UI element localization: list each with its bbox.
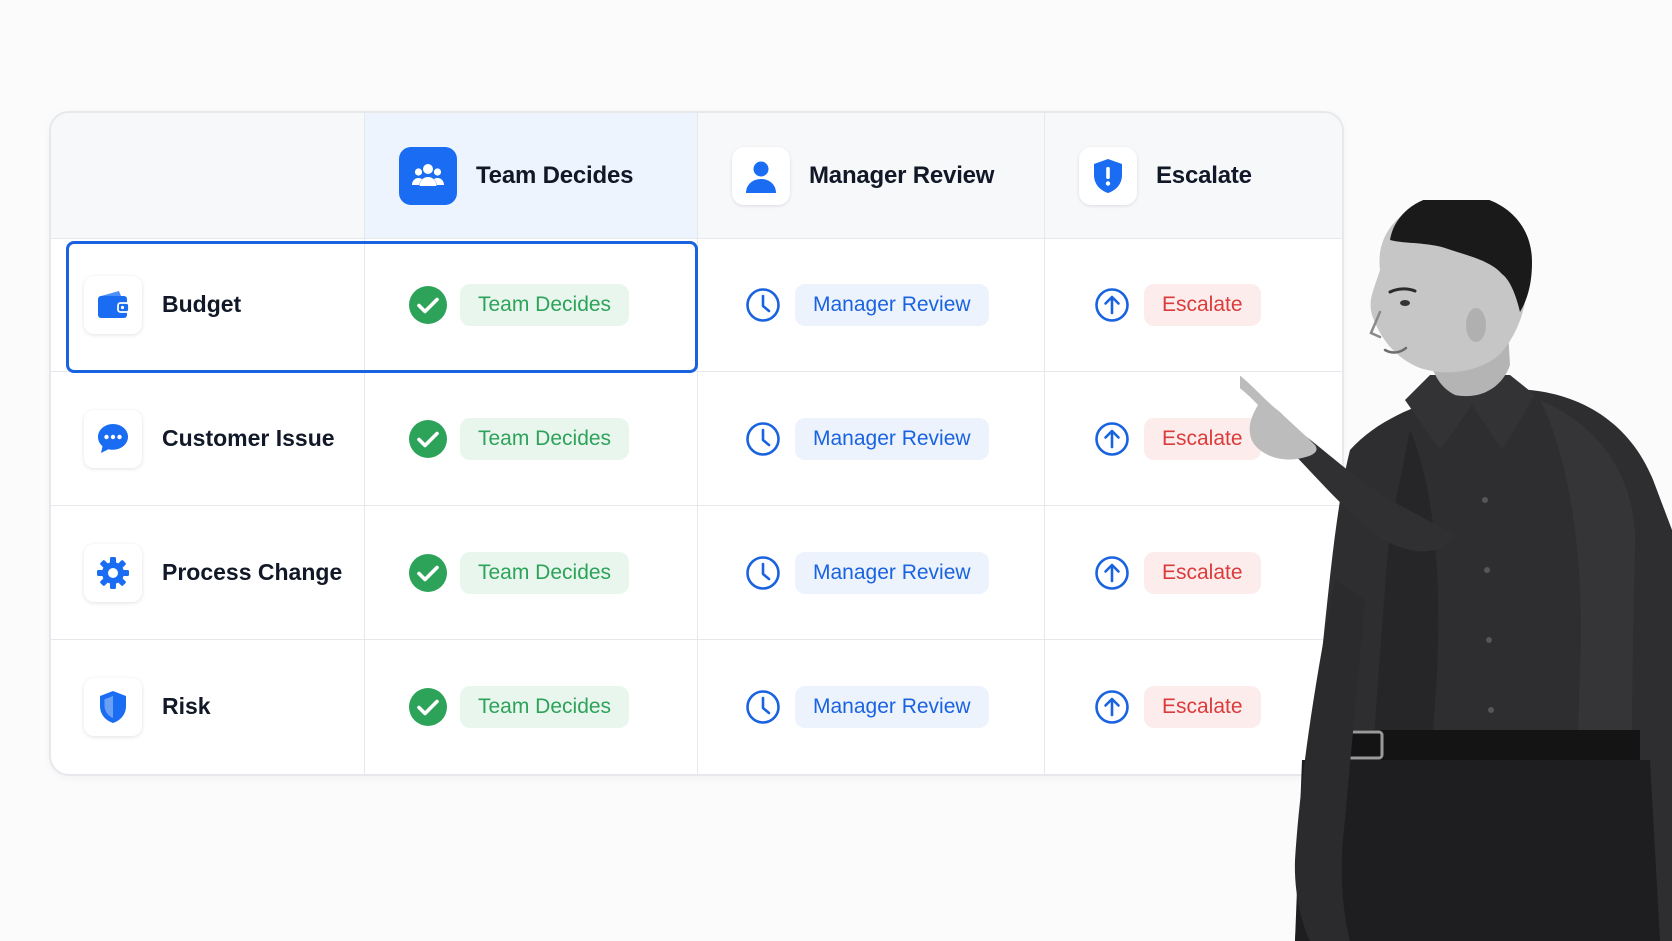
- presenter-photo: [1240, 200, 1672, 941]
- arrow-up-circle-icon: [1092, 553, 1132, 593]
- row-header: Budget: [51, 238, 364, 371]
- team-icon: [399, 146, 457, 205]
- clock-icon: [743, 285, 783, 325]
- header-team-decides[interactable]: Team Decides: [364, 113, 697, 238]
- header-label: Manager Review: [809, 161, 995, 189]
- table-row-customer-issue[interactable]: Customer Issue Team Decides Manager Revi…: [51, 372, 1342, 506]
- arrow-up-circle-icon: [1092, 419, 1132, 459]
- decision-matrix: Team Decides Manager Review Escalate Bud…: [49, 111, 1344, 776]
- row-header: Customer Issue: [51, 372, 364, 505]
- clock-icon: [743, 687, 783, 727]
- header-manager-review[interactable]: Manager Review: [697, 113, 1044, 238]
- table-row-budget[interactable]: Budget Team Decides Manager Review Escal…: [51, 238, 1342, 372]
- team-decides-badge: Team Decides: [460, 417, 630, 460]
- team-decides-badge: Team Decides: [460, 685, 630, 728]
- manager-review-badge: Manager Review: [795, 551, 989, 594]
- cell-team-decides[interactable]: Team Decides: [364, 506, 697, 639]
- manager-review-badge: Manager Review: [795, 417, 989, 460]
- gear-icon: [84, 543, 142, 602]
- manager-review-badge: Manager Review: [795, 283, 989, 326]
- check-circle-icon: [408, 687, 448, 727]
- shield-icon: [84, 677, 142, 736]
- clock-icon: [743, 553, 783, 593]
- table-row-process-change[interactable]: Process Change Team Decides Manager Revi…: [51, 506, 1342, 640]
- team-decides-badge: Team Decides: [460, 551, 630, 594]
- header-label: Team Decides: [476, 161, 634, 189]
- row-header: Risk: [51, 640, 364, 773]
- manager-review-badge: Manager Review: [795, 685, 989, 728]
- row-label: Risk: [162, 693, 211, 719]
- cell-manager-review[interactable]: Manager Review: [697, 640, 1044, 773]
- check-circle-icon: [408, 553, 448, 593]
- chat-bubble-icon: [84, 409, 142, 468]
- arrow-up-circle-icon: [1092, 285, 1132, 325]
- cell-team-decides[interactable]: Team Decides: [364, 238, 697, 371]
- row-label: Process Change: [162, 559, 343, 585]
- row-header: Process Change: [51, 506, 364, 639]
- clock-icon: [743, 419, 783, 459]
- person-icon: [732, 146, 790, 205]
- row-label: Customer Issue: [162, 425, 335, 451]
- cell-manager-review[interactable]: Manager Review: [697, 506, 1044, 639]
- team-decides-badge: Team Decides: [460, 283, 630, 326]
- wallet-icon: [84, 275, 142, 334]
- check-circle-icon: [408, 285, 448, 325]
- cell-team-decides[interactable]: Team Decides: [364, 640, 697, 773]
- cell-team-decides[interactable]: Team Decides: [364, 372, 697, 505]
- cell-manager-review[interactable]: Manager Review: [697, 372, 1044, 505]
- cell-manager-review[interactable]: Manager Review: [697, 238, 1044, 371]
- table-row-risk[interactable]: Risk Team Decides Manager Review Escalat…: [51, 640, 1342, 773]
- header-label: Escalate: [1156, 161, 1252, 189]
- shield-alert-icon: [1079, 146, 1137, 205]
- check-circle-icon: [408, 419, 448, 459]
- row-label: Budget: [162, 291, 242, 317]
- arrow-up-circle-icon: [1092, 687, 1132, 727]
